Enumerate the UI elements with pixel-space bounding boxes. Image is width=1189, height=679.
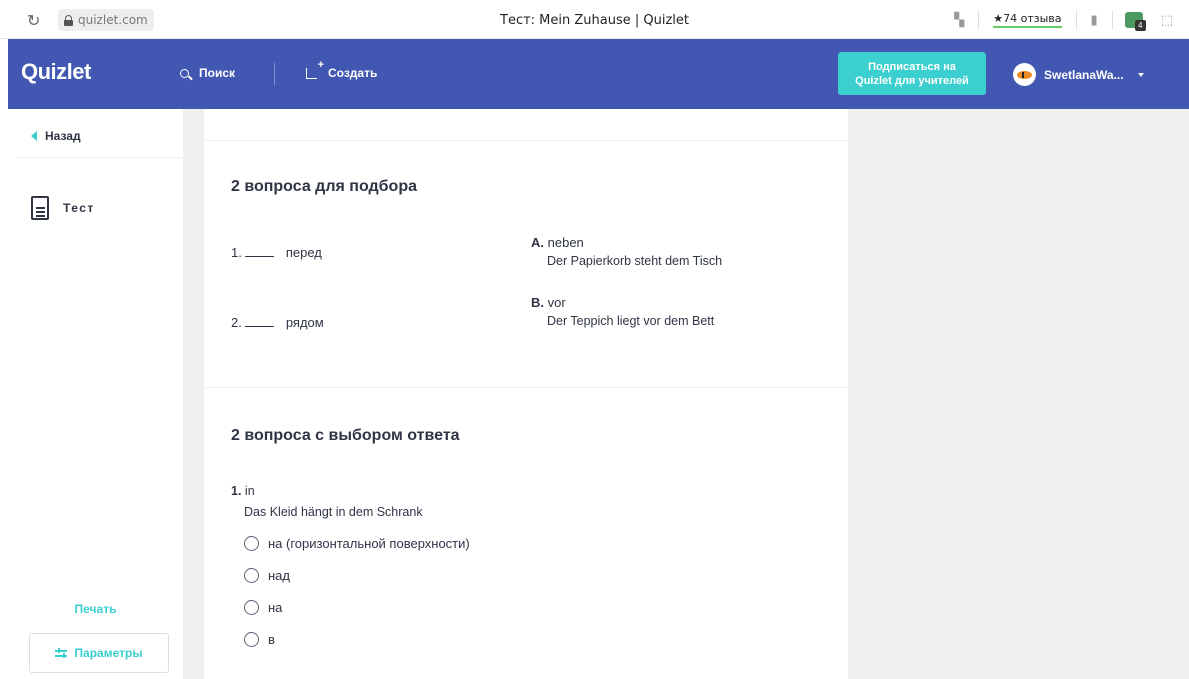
sidebar: Назад Тест Печать Параметры <box>8 109 183 679</box>
matching-question: 2. рядом <box>231 315 324 330</box>
radio-button[interactable] <box>244 632 259 647</box>
answer-option[interactable]: на <box>244 600 282 615</box>
options-label: Параметры <box>74 646 143 660</box>
create-nav-button[interactable]: Создать <box>306 59 378 80</box>
answer-option[interactable]: над <box>244 568 290 583</box>
matching-section-title: 2 вопроса для подбора <box>231 178 417 195</box>
quizlet-logo[interactable]: Quizlet <box>21 59 91 85</box>
answer-option[interactable]: в <box>244 632 275 647</box>
translate-icon[interactable]: ▚ <box>954 12 964 28</box>
question-text: перед <box>285 245 322 260</box>
option-label: в <box>268 632 275 647</box>
radio-button[interactable] <box>244 600 259 615</box>
divider <box>1075 10 1077 29</box>
answer-term: neben <box>547 235 584 250</box>
matching-answer: A. neben Der Papierkorb steht dem Tisch <box>531 233 722 271</box>
reload-icon[interactable]: ↻ <box>27 11 40 31</box>
section-divider <box>204 387 848 388</box>
question-example: Das Kleid hängt in dem Schrank <box>244 505 423 519</box>
search-icon <box>180 68 189 78</box>
user-menu[interactable]: SwetlanaWa... <box>1013 63 1144 86</box>
radio-button[interactable] <box>244 536 259 551</box>
matching-question: 1. перед <box>231 245 322 260</box>
extensions-icon[interactable]: ⬚ <box>1161 12 1173 28</box>
browser-toolbar: ↻ quizlet.com Тест: Mein Zuhause | Quizl… <box>0 0 1189 39</box>
sidebar-divider <box>16 157 183 158</box>
radio-button[interactable] <box>244 568 259 583</box>
question-term: in <box>244 484 255 498</box>
username: SwetlanaWa... <box>1044 67 1124 82</box>
search-nav-button[interactable]: Поиск <box>180 66 235 80</box>
reviews-badge[interactable]: ★74 отзыва <box>993 12 1062 28</box>
answer-blank[interactable] <box>244 256 274 257</box>
back-label: Назад <box>45 129 81 143</box>
subscribe-teachers-button[interactable]: Подписаться на Quizlet для учителей <box>838 52 986 95</box>
matching-answer: B. vor Der Teppich liegt vor dem Bett <box>531 293 714 331</box>
create-label: Создать <box>328 66 378 80</box>
back-link[interactable]: Назад <box>31 129 81 143</box>
subscribe-line1: Подписаться на <box>868 60 956 73</box>
options-button[interactable]: Параметры <box>29 633 169 673</box>
test-content: 2 вопроса для подбора 1. перед 2. рядом … <box>204 109 848 679</box>
url-text: quizlet.com <box>78 13 148 27</box>
answer-term: vor <box>547 295 566 310</box>
search-label: Поиск <box>199 66 236 80</box>
sidebar-item-test[interactable]: Тест <box>31 196 95 220</box>
question-number: 1. <box>231 245 242 260</box>
avatar <box>1013 63 1036 86</box>
answer-example: Der Papierkorb steht dem Tisch <box>547 254 723 268</box>
divider <box>978 10 980 29</box>
sidebar-item-label: Тест <box>63 201 95 215</box>
document-icon <box>31 196 49 220</box>
answer-letter: A. <box>531 235 544 250</box>
answer-option[interactable]: на (горизонтальной поверхности) <box>244 536 470 551</box>
left-gutter <box>183 109 204 679</box>
adblock-shield-icon[interactable] <box>1124 11 1146 31</box>
sliders-icon <box>55 648 68 658</box>
question-number: 2. <box>231 315 242 330</box>
answer-blank[interactable] <box>244 326 274 327</box>
answer-example: Der Teppich liegt vor dem Bett <box>547 314 715 328</box>
question-text: рядом <box>285 315 324 330</box>
option-label: на (горизонтальной поверхности) <box>268 536 470 551</box>
lock-icon <box>64 14 73 26</box>
option-label: над <box>268 568 290 583</box>
bookmark-icon[interactable]: ▮ <box>1091 12 1098 28</box>
site-header: Quizlet Поиск Создать Подписаться на Qui… <box>8 39 1189 109</box>
chevron-down-icon <box>1137 72 1144 77</box>
back-arrow-icon <box>31 131 37 141</box>
address-bar[interactable]: quizlet.com <box>58 9 154 31</box>
answer-letter: B. <box>531 295 544 310</box>
subscribe-line2: Quizlet для учителей <box>855 74 969 87</box>
multiple-choice-section-title: 2 вопроса с выбором ответа <box>231 427 460 444</box>
multiple-choice-question: 1. in Das Kleid hängt in dem Schrank <box>231 481 423 523</box>
option-label: на <box>268 600 283 615</box>
divider <box>1111 10 1113 29</box>
section-divider <box>204 140 848 141</box>
create-icon <box>306 59 324 79</box>
question-number: 1. <box>231 484 242 498</box>
print-link[interactable]: Печать <box>8 602 183 616</box>
right-gutter <box>848 109 1189 679</box>
nav-divider <box>274 63 275 85</box>
